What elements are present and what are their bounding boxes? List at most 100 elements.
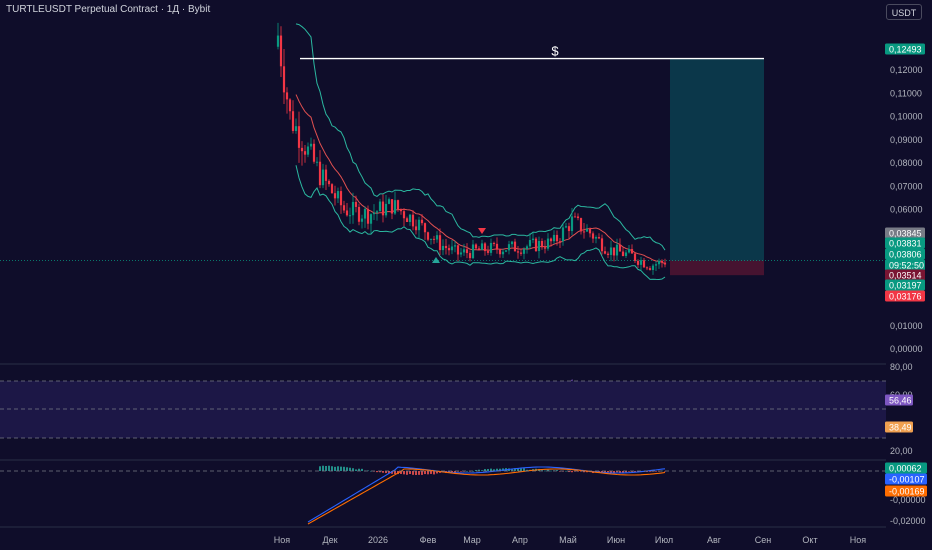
candle-body: [474, 244, 478, 249]
candle-body: [327, 180, 331, 185]
candle-body: [393, 200, 397, 214]
chart-canvas[interactable]: $ 0,130000,120000,110000,100000,090000,0…: [0, 0, 932, 550]
candle-body: [345, 210, 349, 216]
macd-histogram-bar: [523, 468, 525, 471]
candle-body: [501, 251, 505, 255]
candle-body: [663, 262, 667, 265]
candle-body: [543, 247, 547, 249]
candle-body: [282, 66, 286, 93]
price-tick-label: 0,08000: [890, 158, 923, 168]
macd-histogram-bar: [355, 469, 357, 471]
candle-body: [381, 201, 385, 216]
macd-histogram-bar: [607, 471, 609, 473]
macd-tick-label: -0,02000: [890, 516, 926, 526]
time-axis-label: Май: [559, 535, 577, 545]
candle-body: [480, 243, 484, 251]
candle-body: [642, 260, 646, 268]
macd-histogram-bar: [322, 465, 324, 471]
candle-body: [471, 244, 475, 259]
macd-histogram-bar: [328, 465, 330, 471]
macd-histogram-bar: [337, 466, 339, 471]
candle-body: [603, 251, 607, 254]
candle-body: [441, 245, 445, 251]
candle-body: [600, 238, 604, 252]
candle-body: [630, 249, 634, 254]
candle-body: [591, 233, 595, 239]
candle-body: [453, 245, 457, 247]
candle-body: [408, 214, 412, 223]
macd-histogram-bar: [466, 470, 468, 472]
macd-histogram-bar: [550, 470, 552, 472]
candle-body: [540, 241, 544, 248]
candle-body: [549, 238, 553, 242]
macd-histogram-bar: [403, 471, 405, 475]
price-tick-label: 0,09000: [890, 135, 923, 145]
price-tick-label: 0,11000: [890, 88, 922, 98]
price-badge-label: 0,12493: [889, 44, 922, 54]
candle-body: [321, 169, 325, 186]
sell-signal-icon: [478, 228, 486, 234]
time-axis-label: Апр: [512, 535, 528, 545]
candle-body: [396, 200, 400, 210]
candle-body: [519, 252, 523, 254]
time-axis-label: Июл: [655, 535, 673, 545]
price-badge-label: 0,03197: [889, 280, 922, 290]
candle-body: [276, 35, 280, 47]
candle-body: [351, 201, 355, 216]
time-axis-label: Сен: [755, 535, 772, 545]
macd-signal-line: [307, 468, 666, 525]
macd-histogram-bar: [571, 471, 573, 473]
candle-body: [624, 252, 628, 257]
candle-body: [612, 247, 616, 256]
candle-body: [354, 201, 358, 207]
time-axis-label: 2026: [368, 535, 388, 545]
price-badge-label: 09:52:50: [889, 260, 924, 270]
candle-body: [522, 248, 526, 254]
macd-histogram-bar: [319, 466, 321, 471]
candle-body: [552, 234, 556, 242]
candle-body: [639, 260, 643, 265]
candle-body: [657, 260, 661, 265]
candle-body: [297, 126, 301, 148]
currency-button[interactable]: USDT: [886, 4, 922, 20]
price-tick-label: 0,12000: [890, 65, 923, 75]
candle-body: [597, 237, 601, 239]
candle-body: [546, 238, 550, 249]
price-tick-label: 0,10000: [890, 112, 923, 122]
candle-body: [309, 143, 313, 147]
macd-histogram-bar: [460, 471, 462, 472]
macd-histogram-bar: [418, 471, 420, 475]
candle-body: [495, 243, 499, 250]
macd-histogram-bar: [349, 467, 351, 471]
macd-badge-label: -0,00107: [889, 474, 925, 484]
candle-body: [366, 208, 370, 224]
rsi-tick-label: 20,00: [890, 446, 913, 456]
candle-body: [306, 146, 310, 155]
candle-body: [498, 249, 502, 255]
macd-histogram-bar: [352, 468, 354, 471]
macd-histogram-bar: [424, 471, 426, 475]
candle-body: [450, 246, 454, 251]
candle-body: [414, 226, 418, 231]
candle-body: [636, 260, 640, 265]
candle-body: [654, 264, 658, 266]
candle-body: [435, 235, 439, 240]
candle-body: [357, 206, 361, 222]
candle-body: [324, 169, 328, 181]
candle-body: [342, 205, 346, 211]
macd-histogram-bar: [343, 466, 345, 471]
candle-body: [432, 238, 436, 240]
candle-body: [375, 211, 379, 213]
candle-body: [456, 245, 460, 255]
candle-body: [573, 216, 577, 218]
candle-body: [561, 227, 565, 242]
candle-body: [510, 241, 514, 245]
candle-body: [426, 232, 430, 240]
candle-body: [531, 238, 535, 241]
candle-body: [489, 242, 493, 253]
candle-body: [585, 228, 589, 232]
candle-body: [645, 267, 649, 269]
candle-body: [564, 226, 568, 228]
candle-body: [615, 244, 619, 256]
macd-histogram-bar: [409, 471, 411, 475]
